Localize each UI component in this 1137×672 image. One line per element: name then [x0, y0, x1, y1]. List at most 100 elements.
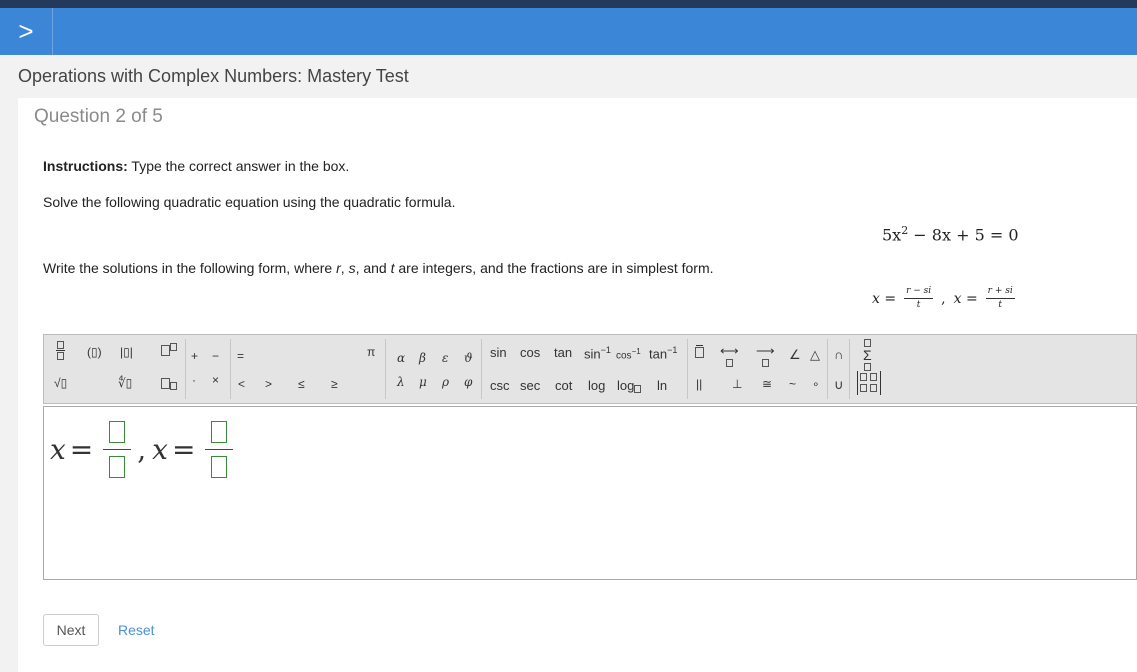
line-button[interactable]: ⟷: [720, 343, 739, 367]
plus-button[interactable]: +: [191, 349, 198, 363]
dot-button[interactable]: ·: [192, 373, 196, 387]
answer-input-area[interactable]: x = , x =: [43, 406, 1137, 580]
line-arrow-icon: ⟷: [720, 343, 739, 358]
theta-button[interactable]: ϑ: [464, 351, 473, 365]
answer-fraction-2: [205, 421, 234, 478]
box-icon: [57, 352, 64, 360]
ray-button[interactable]: ⟶: [756, 343, 775, 367]
expand-sidebar-button[interactable]: >: [0, 8, 53, 55]
fraction-denominator: t: [998, 300, 1003, 310]
box-icon: [863, 363, 871, 371]
box-icon: [634, 385, 642, 393]
equation-rest: − 8x + 5 = 0: [913, 225, 1019, 245]
greater-than-button[interactable]: >: [265, 377, 272, 391]
overline-button[interactable]: [695, 345, 704, 358]
question-card: Question 2 of 5 Instructions: Type the c…: [18, 98, 1137, 672]
denominator-slot-1[interactable]: [109, 456, 126, 478]
fn-exp: −1: [667, 345, 678, 355]
arctan-button[interactable]: tan−1: [649, 345, 677, 361]
form-text: are integers, and the fractions are in s…: [394, 260, 714, 276]
toolbar-divider: [185, 339, 186, 399]
box-icon: [870, 384, 877, 392]
csc-button[interactable]: csc: [490, 378, 510, 393]
answer-comma: ,: [137, 433, 147, 466]
phi-button[interactable]: φ: [464, 375, 472, 389]
denominator-slot-2[interactable]: [211, 456, 228, 478]
epsilon-button[interactable]: ε: [442, 351, 448, 365]
sin-button[interactable]: sin: [490, 345, 507, 360]
congruent-button[interactable]: ≅: [762, 377, 772, 391]
parentheses-button[interactable]: (▯): [87, 345, 102, 359]
arcsin-button[interactable]: sin−1: [584, 345, 611, 361]
equals-button[interactable]: =: [237, 349, 244, 363]
subscript-button[interactable]: [161, 376, 177, 390]
next-button[interactable]: Next: [43, 614, 99, 646]
degree-button[interactable]: ∘: [812, 377, 820, 391]
box-icon: [761, 359, 769, 367]
equation-lead: 5x: [882, 225, 902, 245]
times-button[interactable]: ×: [212, 373, 219, 387]
instructions-text: Type the correct answer in the box.: [131, 158, 350, 174]
fn-exp: −1: [631, 347, 641, 356]
toolbar-divider: [230, 339, 231, 399]
instructions: Instructions: Type the correct answer in…: [43, 158, 349, 174]
toolbar-divider: [849, 339, 850, 399]
log-base-button[interactable]: log: [617, 378, 642, 393]
summation-button[interactable]: Σ: [863, 339, 872, 371]
box-icon: [860, 384, 867, 392]
perpendicular-button[interactable]: ⊥: [732, 377, 742, 391]
box-icon: [161, 378, 170, 390]
form-text: ,: [340, 260, 349, 276]
fn-base: cos: [616, 350, 632, 362]
fraction-bar: [103, 449, 132, 450]
angle-button[interactable]: ∠: [789, 347, 801, 363]
box-icon: [170, 382, 177, 390]
numerator-slot-2[interactable]: [211, 421, 228, 443]
sec-button[interactable]: sec: [520, 378, 540, 393]
triangle-button[interactable]: △: [810, 347, 820, 363]
similar-button[interactable]: ~: [789, 377, 796, 391]
form-x1: x =: [872, 290, 897, 307]
pi-button[interactable]: π: [367, 345, 375, 359]
greater-equal-button[interactable]: ≥: [331, 377, 338, 391]
cot-button[interactable]: cot: [555, 378, 572, 393]
math-toolbar: (▯) |▯| √▯ ∜▯ + − · × = < > ≤ ≥ π α β ε …: [43, 334, 1137, 404]
answer-x1: x: [50, 433, 66, 466]
parallel-button[interactable]: ||: [696, 377, 702, 391]
fraction-denominator: t: [916, 300, 921, 310]
ln-button[interactable]: ln: [657, 378, 667, 393]
reset-link[interactable]: Reset: [118, 622, 155, 638]
fraction-numerator: r + si: [985, 287, 1015, 299]
ray-arrow-icon: ⟶: [756, 343, 775, 358]
fraction-template-button[interactable]: [56, 341, 65, 360]
less-than-button[interactable]: <: [238, 377, 245, 391]
answer-x2: x: [152, 433, 168, 466]
numerator-slot-1[interactable]: [109, 421, 126, 443]
form-instruction: Write the solutions in the following for…: [43, 260, 714, 276]
equation-exponent: 2: [901, 224, 909, 237]
alpha-button[interactable]: α: [397, 351, 405, 365]
absolute-value-button[interactable]: |▯|: [120, 345, 133, 359]
fn-base: tan: [649, 346, 668, 362]
union-button[interactable]: ∪: [834, 377, 844, 393]
less-equal-button[interactable]: ≤: [298, 377, 305, 391]
log-button[interactable]: log: [588, 378, 605, 393]
beta-button[interactable]: β: [419, 351, 426, 365]
nth-root-button[interactable]: ∜▯: [118, 376, 132, 390]
solution-form: x = r − si t , x = r + si t: [872, 287, 1015, 310]
matrix-button[interactable]: [857, 371, 881, 395]
test-title: Operations with Complex Numbers: Mastery…: [18, 66, 409, 86]
box-icon: [161, 345, 170, 357]
superscript-button[interactable]: [161, 343, 177, 357]
tan-button[interactable]: tan: [554, 345, 572, 360]
mu-button[interactable]: μ: [419, 375, 427, 389]
arccos-button[interactable]: cos−1: [616, 347, 641, 361]
cos-button[interactable]: cos: [520, 345, 540, 360]
sqrt-button[interactable]: √▯: [54, 376, 67, 390]
intersection-button[interactable]: ∩: [834, 347, 843, 362]
lambda-button[interactable]: λ: [397, 375, 405, 389]
chevron-right-icon: >: [18, 16, 34, 46]
minus-button[interactable]: −: [212, 349, 219, 363]
fn-base: sin: [584, 346, 601, 362]
rho-button[interactable]: ρ: [442, 375, 449, 389]
